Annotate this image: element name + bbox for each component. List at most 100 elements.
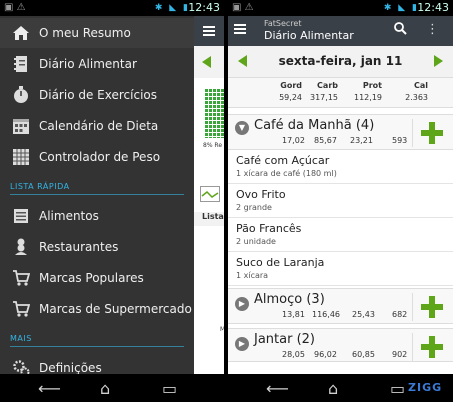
food-item[interactable]: Suco de Laranja 1 xícara <box>228 253 453 286</box>
drawer-item-label: Marcas Populares <box>39 271 144 285</box>
summary-header: Cal <box>413 81 428 90</box>
food-name: Ovo Frito <box>236 188 286 201</box>
search-icon[interactable] <box>394 22 407 39</box>
meal-header-lunch[interactable]: ▶ Almoço (3) 13,81 116,46 25,43 682 <box>228 288 453 324</box>
food-name: Café com Açúcar <box>236 154 330 167</box>
meal-header-breakfast[interactable]: ▼ Café da Manhã (4) 17,02 85,67 23,21 59… <box>228 114 453 150</box>
drawer-item-summary[interactable]: O meu Resumo <box>0 18 194 48</box>
drawer-item-restaurants[interactable]: Restaurantes <box>0 232 194 262</box>
meal-value: 85,67 <box>314 136 337 145</box>
status-bar: ▣ ⚠ ✱ ◣ ▮ 12:43 <box>0 0 224 16</box>
underlying-action-bar <box>194 16 224 46</box>
home-nav-icon[interactable]: ⌂ <box>100 379 110 398</box>
list-label: Lista <box>194 212 224 226</box>
drawer-item-weight-tracker[interactable]: Controlador de Peso <box>0 142 194 172</box>
divider <box>412 293 413 321</box>
calendar-icon <box>10 116 32 136</box>
summary-header: Prot <box>362 81 382 90</box>
action-bar: FatSecret Diário Alimentar ⋮ <box>228 16 453 46</box>
back-icon[interactable]: ⟵ <box>266 379 289 398</box>
chart-thumb-icon <box>200 186 220 202</box>
meal-header-dinner[interactable]: ▶ Jantar (2) 28,05 96,02 60,85 902 <box>228 328 453 362</box>
notification-icons: ▣ ⚠ <box>232 2 254 13</box>
chevron-down-icon[interactable]: ▼ <box>235 121 249 135</box>
watermark-logo: ZIGG <box>408 381 443 394</box>
food-item[interactable]: Pão Francês 2 unidade <box>228 219 453 252</box>
food-item[interactable]: Ovo Frito 2 grande <box>228 185 453 218</box>
drawer-item-popular-brands[interactable]: Marcas Populares <box>0 263 194 293</box>
food-portion: 1 xícara <box>236 271 269 280</box>
cart-icon <box>10 299 32 319</box>
drawer-item-supermarket-brands[interactable]: Marcas de Supermercado <box>0 294 194 324</box>
menu-icon[interactable] <box>203 26 215 28</box>
right-phone-screen: ▣ ⚠ ✱ ◣ ▮ 12:43 FatSecret Diário Aliment… <box>228 0 453 402</box>
meal-value: 60,85 <box>352 350 375 359</box>
cart-icon <box>10 268 32 288</box>
chef-icon <box>10 237 32 257</box>
drawer-item-label: Alimentos <box>39 209 99 223</box>
percent-text: 8% Re <box>203 142 223 149</box>
meal-value: 902 <box>392 350 408 359</box>
recent-apps-icon[interactable]: ▭ <box>390 379 405 398</box>
section-quick-list: LISTA RÁPIDA <box>10 182 70 191</box>
meal-value: 23,21 <box>350 136 373 145</box>
add-food-button[interactable] <box>421 122 443 144</box>
drawer-item-food-diary[interactable]: Diário Alimentar <box>0 49 194 79</box>
signal-icons: ✱ ◣ ▮ <box>154 3 190 13</box>
date-bar: sexta-feira, jan 11 <box>228 46 453 78</box>
drawer-item-diet-calendar[interactable]: Calendário de Dieta <box>0 111 194 141</box>
signal-icons: ✱ ◣ ▮ <box>383 3 419 13</box>
drawer-item-label: Restaurantes <box>39 240 119 254</box>
drawer-item-label: Marcas de Supermercado <box>39 302 192 316</box>
meal-name: Almoço (3) <box>254 292 325 307</box>
food-name: Suco de Laranja <box>236 256 325 269</box>
section-divider <box>10 346 184 347</box>
meal-value: 28,05 <box>282 350 305 359</box>
daily-summary: Gord Carb Prot Cal 59,24 317,15 112,19 2… <box>228 78 453 108</box>
status-bar: ▣ ⚠ ✱ ◣ ▮ 12:43 <box>228 0 453 16</box>
summary-value: 2.363 <box>405 93 428 102</box>
progress-grid <box>204 88 224 138</box>
summary-value: 59,24 <box>279 93 302 102</box>
stopwatch-icon <box>10 85 32 105</box>
drawer-item-exercise-diary[interactable]: Diário de Exercícios <box>0 80 194 110</box>
chevron-right-icon[interactable]: ▶ <box>235 337 249 351</box>
next-day-icon[interactable] <box>434 55 443 67</box>
meal-value: 17,02 <box>282 136 305 145</box>
page-title: Diário Alimentar <box>264 29 354 42</box>
summary-value: 317,15 <box>310 93 338 102</box>
prev-arrow-icon <box>202 56 211 68</box>
recent-apps-icon[interactable]: ▭ <box>162 379 177 398</box>
food-item[interactable]: Café com Açúcar 1 xícara de café (180 ml… <box>228 151 453 184</box>
meal-value: 13,81 <box>282 310 305 319</box>
meal-value: 593 <box>392 136 408 145</box>
section-more: MAIS <box>10 334 32 343</box>
notification-icons: ▣ ⚠ <box>4 2 26 13</box>
section-divider <box>10 194 184 195</box>
drawer-item-foods[interactable]: Alimentos <box>0 201 194 231</box>
meal-value: 682 <box>392 310 408 319</box>
chevron-right-icon[interactable]: ▶ <box>235 297 249 311</box>
drawer-item-label: Calendário de Dieta <box>39 119 159 133</box>
food-portion: 2 unidade <box>236 237 276 246</box>
meal-value: 116,46 <box>312 310 340 319</box>
meal-value: 25,43 <box>352 310 375 319</box>
current-date: sexta-feira, jan 11 <box>278 54 403 68</box>
underlying-date-bar <box>194 46 224 78</box>
menu-icon[interactable] <box>234 24 246 26</box>
status-time: 12:43 <box>417 1 449 14</box>
food-name: Pão Francês <box>236 222 302 235</box>
add-food-button[interactable] <box>421 336 443 358</box>
back-icon[interactable]: ⟵ <box>38 379 61 398</box>
food-portion: 1 xícara de café (180 ml) <box>236 169 337 178</box>
add-food-button[interactable] <box>421 296 443 318</box>
home-nav-icon[interactable]: ⌂ <box>328 379 338 398</box>
navigation-drawer: O meu Resumo Diário Alimentar Diário de … <box>0 16 194 377</box>
weight-grid-icon <box>10 147 32 167</box>
food-list-icon <box>10 206 32 226</box>
drawer-item-label: Definições <box>39 361 102 375</box>
divider <box>412 333 413 361</box>
overflow-menu-icon[interactable]: ⋮ <box>426 22 439 37</box>
summary-value: 112,19 <box>354 93 382 102</box>
drawer-item-label: Diário Alimentar <box>39 57 137 71</box>
